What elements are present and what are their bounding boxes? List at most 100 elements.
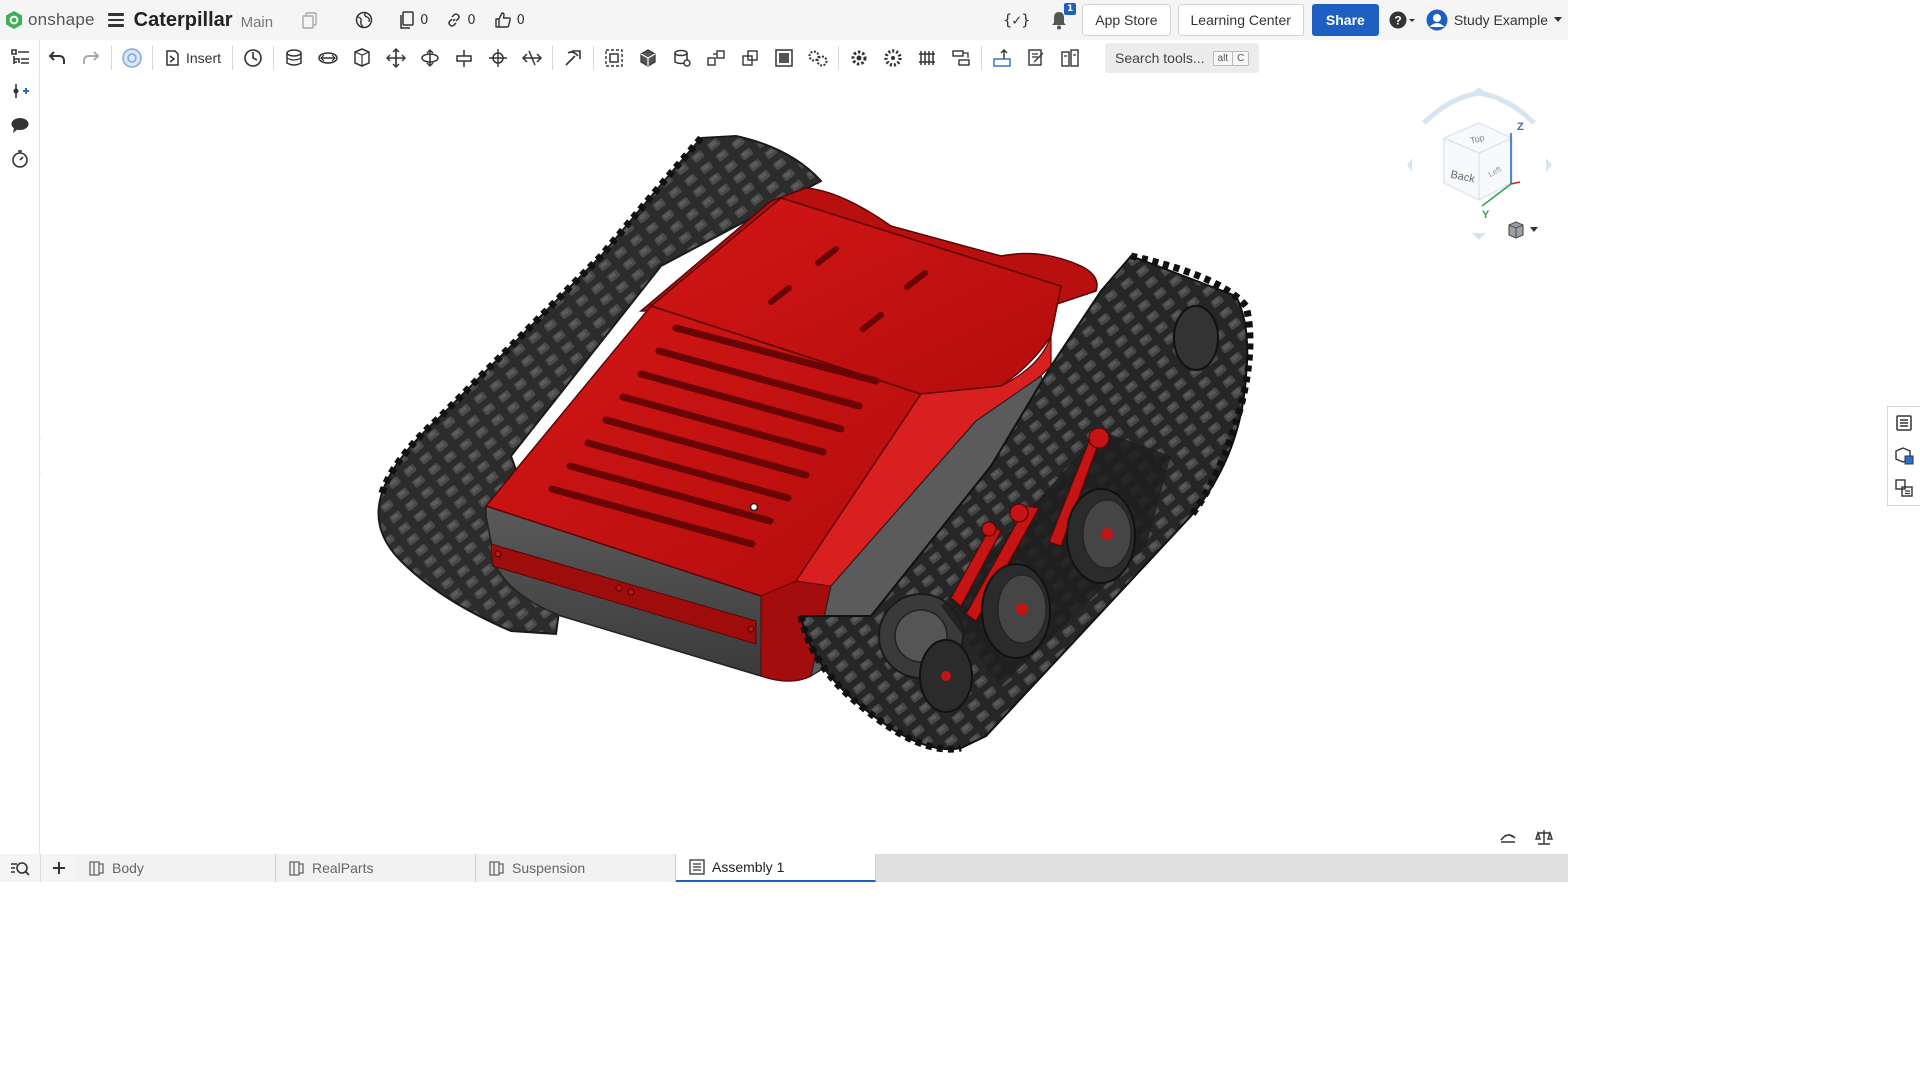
tangent-mate-button[interactable] [556,43,590,73]
tab-bar-spacer [876,854,1568,882]
notifications-button[interactable]: 1 [1050,3,1077,30]
likes-counter[interactable]: 0 [494,11,525,29]
right-rail [1887,406,1920,506]
public-globe-icon[interactable] [355,11,373,29]
replicate-button[interactable] [631,43,665,73]
link-icon [448,13,461,27]
slider-mate-button[interactable] [311,43,345,73]
left-rail [0,40,40,854]
section-view-icon [1061,49,1079,67]
copy-workspace-icon[interactable] [301,11,319,29]
mate-connector-icon [122,48,142,68]
mate-features-button[interactable] [0,74,40,108]
tab-body[interactable]: Body [76,854,276,882]
learning-center-button[interactable]: Learning Center [1177,4,1304,36]
gear-relation-icon [808,50,828,67]
cog-icon [884,49,902,67]
tab-suspension[interactable]: Suspension [476,854,676,882]
linear-pattern-button[interactable] [699,43,733,73]
measure-icon [993,49,1011,67]
ball-mate-button[interactable] [481,43,515,73]
document-menu-button[interactable] [107,13,124,27]
undo-icon [48,51,65,64]
rotate-arc[interactable] [1422,90,1536,125]
rack-pinion-button[interactable] [876,43,910,73]
graphics-viewport[interactable]: Top Back Left Z Y [41,76,1568,854]
assembly-model[interactable] [41,76,1568,854]
rotate-left-arrow[interactable] [1407,158,1412,172]
app-store-button[interactable]: App Store [1082,4,1171,36]
rotate-right-arrow[interactable] [1546,158,1552,172]
document-branch[interactable]: Main [241,14,274,31]
screw-relation-icon [919,51,936,65]
user-name: Study Example [1453,12,1548,28]
toolbar-divider [838,46,840,70]
mate-connector-button[interactable] [115,43,149,73]
tab-label: RealParts [312,860,374,876]
comments-button[interactable] [0,108,40,142]
insert-label: Insert [186,50,222,66]
appearance-panel-icon[interactable] [1894,445,1914,465]
planar-mate-button[interactable] [413,43,447,73]
variable-studio-icon[interactable]: {✓} [1003,11,1030,29]
document-title[interactable]: Caterpillar [134,9,233,32]
links-counter[interactable]: 0 [446,12,476,28]
instance-list-button[interactable] [0,40,40,74]
share-button[interactable]: Share [1311,4,1379,36]
gear-relation-button[interactable] [801,43,835,73]
curvature-icon[interactable] [1499,828,1517,846]
parallel-mate-button[interactable] [447,43,481,73]
mass-scale-icon[interactable] [1535,828,1553,846]
view-mode-menu[interactable] [1506,220,1538,240]
screw-relation-button[interactable] [910,43,944,73]
links-count: 0 [467,12,476,28]
fastened-mate-button[interactable] [236,43,270,73]
rotate-up-arrow[interactable] [1472,88,1486,93]
undo-button[interactable] [40,43,74,73]
circular-pattern-button[interactable] [733,43,767,73]
mass-properties-button[interactable] [1019,43,1053,73]
replicate-icon [640,49,656,67]
tangent-mate-icon [565,50,581,66]
insert-button[interactable]: Insert [156,49,229,67]
mate-connector-tool-button[interactable] [665,43,699,73]
section-view-button[interactable] [1053,43,1087,73]
search-tools-input[interactable]: Search tools... alt C [1105,43,1260,73]
width-mate-button[interactable] [515,43,549,73]
bill-of-materials-icon[interactable] [1894,478,1914,498]
planar-mate-icon [421,49,439,67]
pin-slot-mate-button[interactable] [379,43,413,73]
tab-label: Body [112,860,144,876]
help-icon: ? [1389,11,1415,29]
user-menu[interactable]: Study Example [1426,9,1562,31]
gear-settings-button[interactable] [842,43,876,73]
add-tab-button[interactable] [40,854,76,882]
explode-button[interactable] [767,43,801,73]
cylindrical-mate-button[interactable] [345,43,379,73]
shaded-cube-icon [1508,221,1524,239]
tab-realparts[interactable]: RealParts [276,854,476,882]
group-button[interactable] [597,43,631,73]
part-studio-icon [289,861,304,876]
rotate-down-arrow[interactable] [1472,233,1486,240]
linear-relation-button[interactable] [944,43,978,73]
plus-icon [52,862,65,874]
redo-button[interactable] [74,43,108,73]
onshape-logo[interactable]: onshape [5,10,95,30]
animate-button[interactable] [0,142,40,176]
linear-pattern-icon [707,50,725,66]
thumbs-up-icon [494,12,511,28]
toolbar-divider [152,46,153,70]
help-button[interactable]: ? [1388,10,1416,30]
properties-panel-icon[interactable] [1895,414,1913,432]
likes-count: 0 [516,12,525,28]
tab-search-button[interactable] [0,854,40,882]
toolbar-divider [273,46,275,70]
revolute-mate-button[interactable] [277,43,311,73]
idler-wheel[interactable] [1173,305,1219,371]
versions-counter[interactable]: 0 [399,11,428,29]
measure-button[interactable] [985,43,1019,73]
tab-assembly-1[interactable]: Assembly 1 [676,854,876,882]
linear-relation-icon [952,50,970,66]
instance-list-icon [11,49,29,64]
